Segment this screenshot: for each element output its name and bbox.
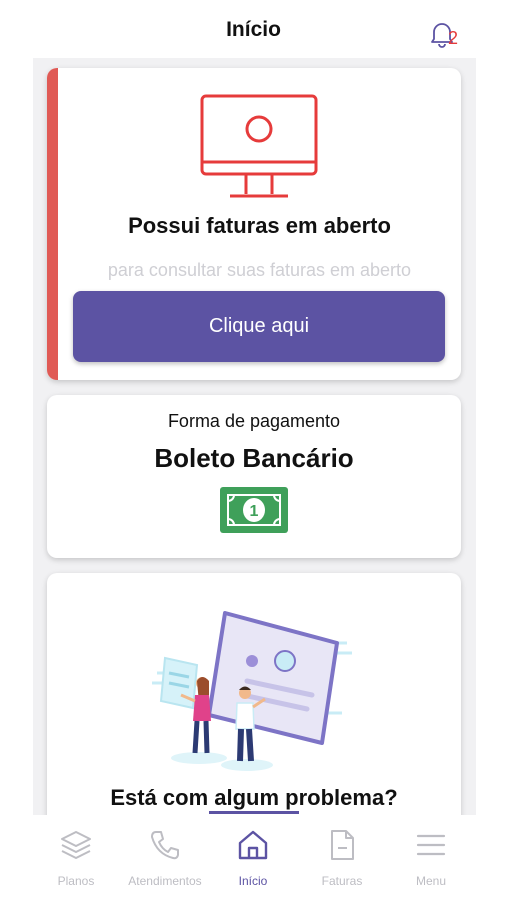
payment-method-label: Forma de pagamento (167, 411, 341, 431)
help-card[interactable]: Está com algum problema? (47, 573, 461, 815)
monitor-icon (200, 94, 318, 198)
tab-label: Planos (57, 874, 95, 888)
svg-text:1: 1 (250, 503, 259, 520)
bottom-tab-bar: Planos Atendimentos Início Faturas Menu (0, 815, 507, 900)
app-header: Início 2 (0, 0, 507, 58)
tab-label: Atendimentos (128, 874, 202, 888)
layers-icon (61, 831, 91, 859)
menu-icon (416, 834, 446, 856)
tab-inicio[interactable]: Início (203, 827, 303, 897)
help-question: Está com algum problema? (110, 785, 398, 810)
payment-method-card: Forma de pagamento Boleto Bancário 1 (47, 395, 461, 558)
tab-label: Faturas (321, 874, 363, 888)
click-here-button[interactable]: Clique aqui (73, 291, 445, 362)
open-invoices-card: Possui faturas em aberto para consultar … (47, 68, 461, 380)
home-icon (238, 830, 268, 860)
notification-count: 2 (448, 28, 459, 48)
open-invoices-heading: Possui faturas em aberto (128, 213, 391, 238)
open-invoices-subtitle: para consultar suas faturas em aberto (107, 260, 412, 280)
tab-faturas[interactable]: Faturas (292, 827, 392, 897)
tab-planos[interactable]: Planos (26, 827, 126, 897)
tab-label: Menu (415, 874, 447, 888)
money-bill-icon: 1 (220, 487, 288, 533)
tab-atendimentos[interactable]: Atendimentos (115, 827, 215, 897)
support-illustration (152, 611, 352, 771)
tab-menu[interactable]: Menu (381, 827, 481, 897)
payment-method-value: Boleto Bancário (154, 443, 354, 473)
question-underline (209, 811, 299, 814)
document-icon (331, 830, 354, 860)
bell-icon[interactable] (428, 20, 464, 50)
home-scroll-area[interactable]: Possui faturas em aberto para consultar … (33, 58, 476, 815)
tab-label: Início (238, 874, 268, 888)
phone-icon (151, 831, 179, 860)
